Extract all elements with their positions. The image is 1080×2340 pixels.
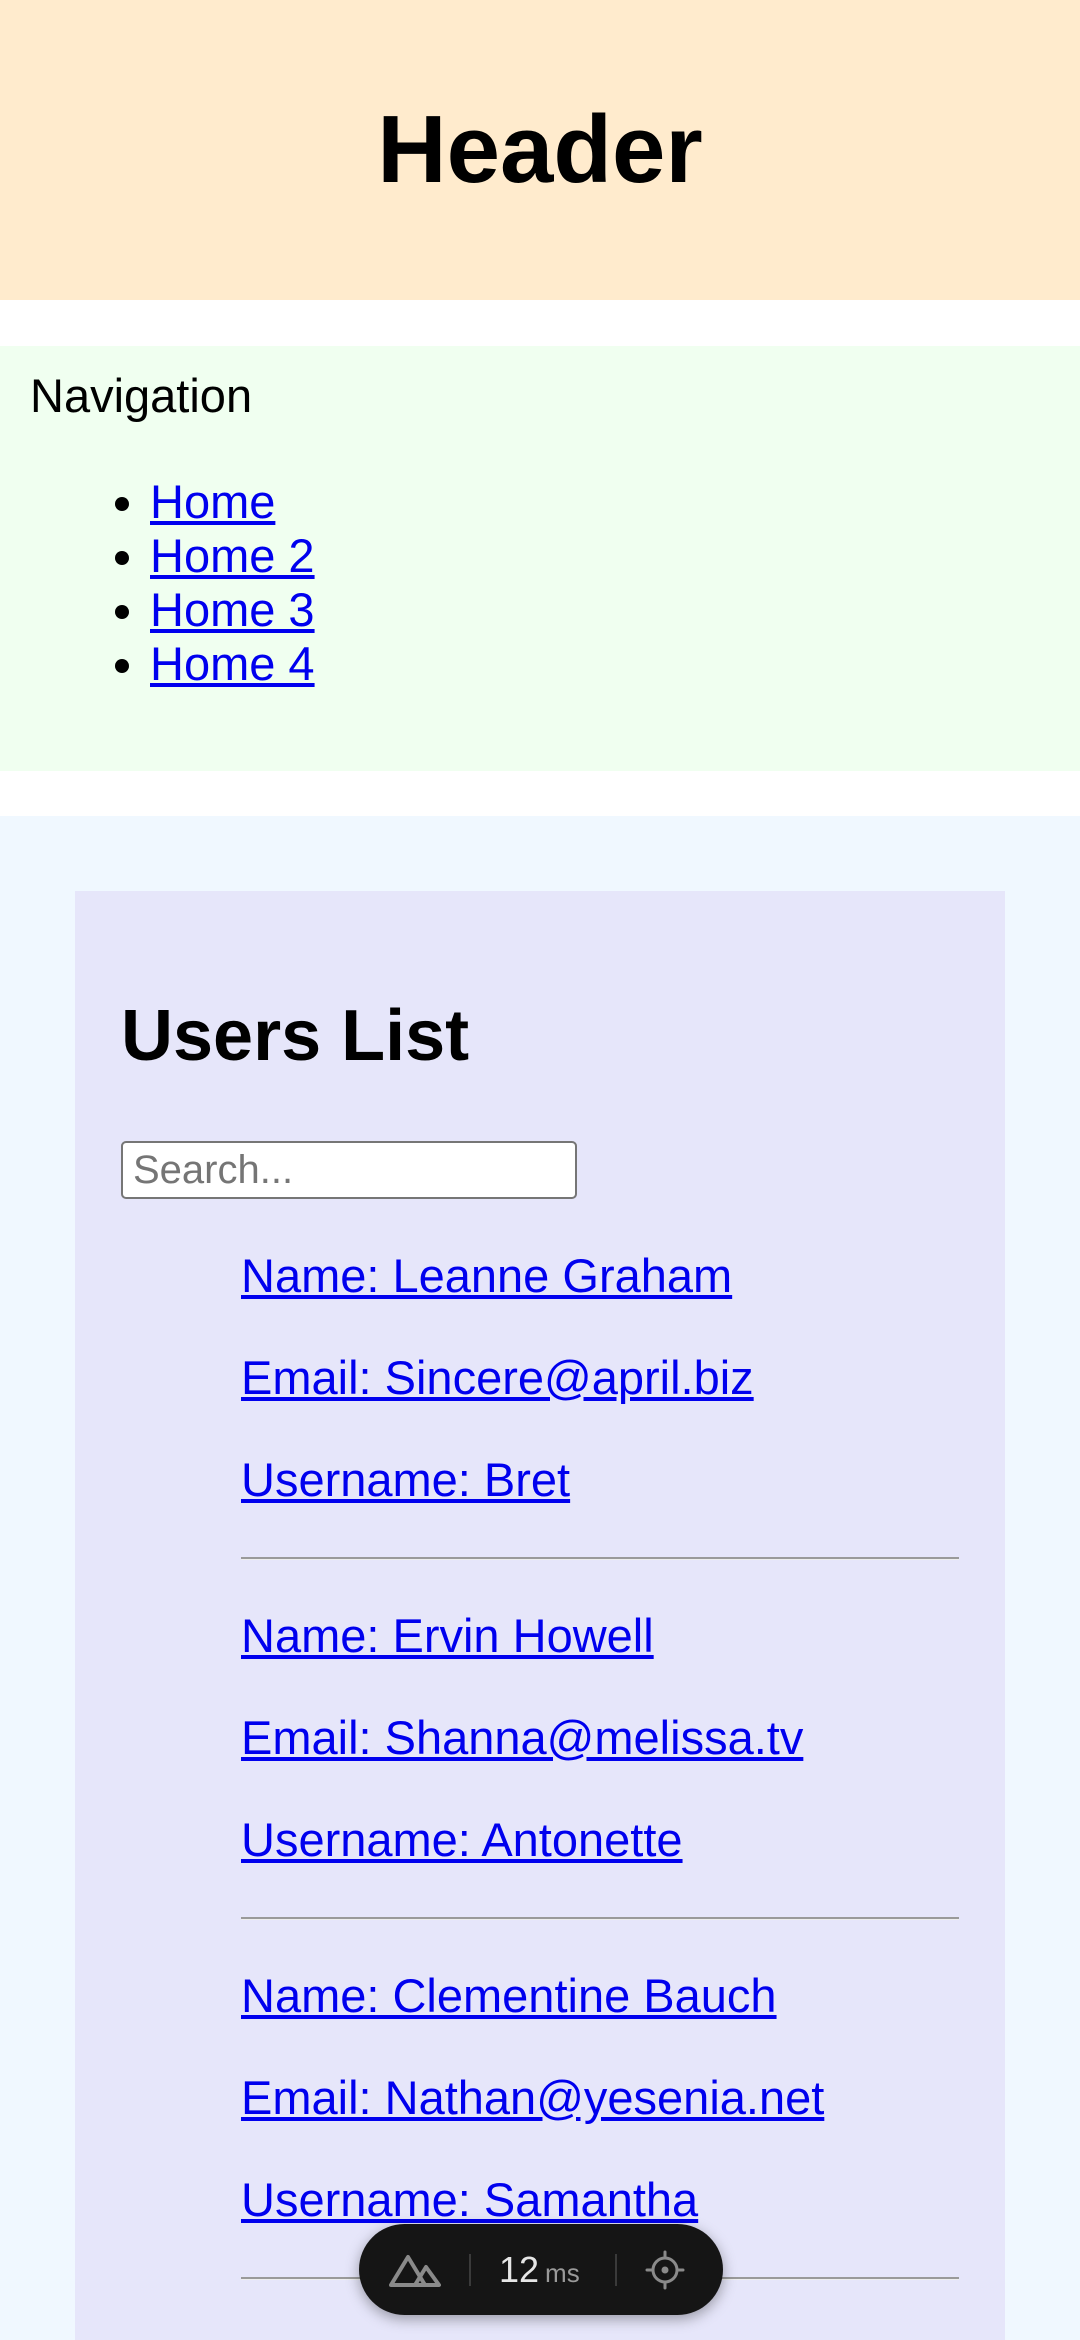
nuxt-logo-icon[interactable] bbox=[389, 2252, 441, 2288]
devtools-separator bbox=[469, 2254, 471, 2286]
user-email-link[interactable]: Email: Sincere@april.biz bbox=[241, 1351, 754, 1404]
page-header: Header bbox=[0, 0, 1080, 300]
user-name-link[interactable]: Name: Clementine Bauch bbox=[241, 1969, 777, 2022]
user-username-line: Username: Antonette bbox=[241, 1816, 683, 1863]
nav-item: Home 4 bbox=[150, 637, 315, 691]
render-time-value: 12 bbox=[499, 2249, 540, 2290]
render-time-readout: 12 ms bbox=[499, 2248, 580, 2295]
user-name-line: Name: Ervin Howell bbox=[241, 1612, 654, 1659]
user-name-line: Name: Leanne Graham bbox=[241, 1252, 732, 1299]
user-email-link[interactable]: Email: Shanna@melissa.tv bbox=[241, 1711, 803, 1764]
user-email-line: Email: Nathan@yesenia.net bbox=[241, 2074, 824, 2121]
user-divider bbox=[241, 1917, 959, 1920]
devtools-pill[interactable]: 12 ms bbox=[359, 2224, 723, 2315]
nav-link-home[interactable]: Home bbox=[150, 475, 275, 528]
devtools-separator bbox=[615, 2254, 617, 2286]
user-email-link[interactable]: Email: Nathan@yesenia.net bbox=[241, 2071, 824, 2124]
navigation-list: Home Home 2 Home 3 Home 4 bbox=[0, 475, 315, 691]
header-title: Header bbox=[377, 96, 703, 203]
nav-link-home-3[interactable]: Home 3 bbox=[150, 583, 315, 636]
user-name-link[interactable]: Name: Leanne Graham bbox=[241, 1249, 732, 1302]
user-username-link[interactable]: Username: Bret bbox=[241, 1453, 570, 1506]
crosshair-icon[interactable] bbox=[645, 2250, 685, 2290]
user-name-link[interactable]: Name: Ervin Howell bbox=[241, 1609, 654, 1662]
navigation-title: Navigation bbox=[30, 369, 253, 422]
nav-link-home-2[interactable]: Home 2 bbox=[150, 529, 315, 582]
user-username-link[interactable]: Username: Antonette bbox=[241, 1813, 683, 1866]
user-email-line: Email: Shanna@melissa.tv bbox=[241, 1714, 803, 1761]
user-divider bbox=[241, 1557, 959, 1560]
user-username-line: Username: Samantha bbox=[241, 2176, 698, 2223]
user-username-link[interactable]: Username: Samantha bbox=[241, 2173, 698, 2226]
user-username-line: Username: Bret bbox=[241, 1456, 570, 1503]
nav-item: Home 2 bbox=[150, 529, 315, 583]
search-input[interactable] bbox=[121, 1141, 577, 1199]
render-time-unit: ms bbox=[545, 2258, 580, 2288]
nav-link-home-4[interactable]: Home 4 bbox=[150, 637, 315, 690]
nav-item: Home 3 bbox=[150, 583, 315, 637]
user-email-line: Email: Sincere@april.biz bbox=[241, 1354, 754, 1401]
nav-item: Home bbox=[150, 475, 315, 529]
users-list-title: Users List bbox=[121, 996, 470, 1076]
user-name-line: Name: Clementine Bauch bbox=[241, 1972, 777, 2019]
